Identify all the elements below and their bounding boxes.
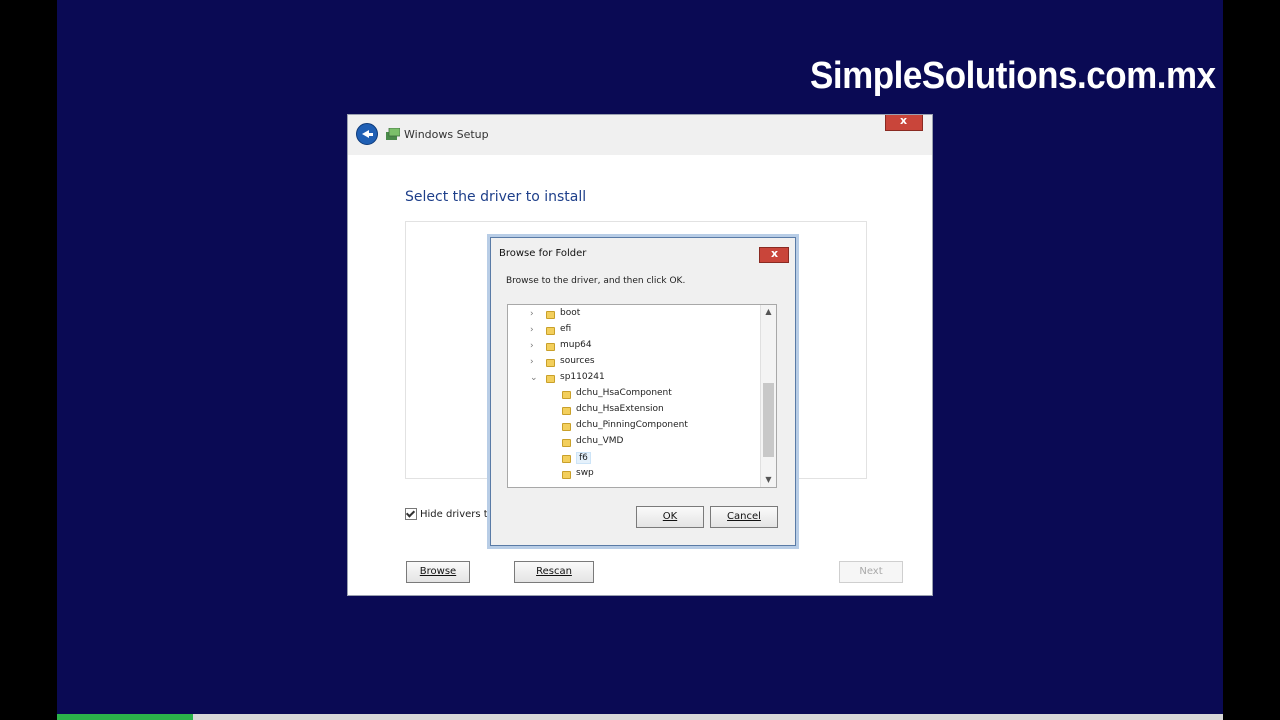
chevron-right-icon[interactable]: › bbox=[530, 309, 542, 319]
chevron-right-icon[interactable]: › bbox=[530, 357, 542, 367]
page-heading: Select the driver to install bbox=[405, 189, 587, 205]
folder-icon bbox=[562, 471, 571, 479]
rescan-button[interactable]: Rescan bbox=[514, 561, 594, 583]
tree-item-label: f6 bbox=[576, 452, 591, 464]
chevron-right-icon[interactable]: › bbox=[530, 325, 542, 335]
tree-item[interactable]: › boot bbox=[530, 308, 750, 323]
tree-item-label: dchu_HsaComponent bbox=[576, 388, 672, 398]
tree-item[interactable]: dchu_VMD bbox=[562, 436, 776, 451]
close-icon[interactable] bbox=[885, 114, 923, 131]
folder-icon bbox=[546, 327, 555, 335]
folder-icon bbox=[546, 359, 555, 367]
hide-drivers-row[interactable]: Hide drivers th bbox=[405, 508, 494, 520]
close-icon[interactable] bbox=[759, 247, 789, 263]
tree-item[interactable]: › mup64 bbox=[530, 340, 750, 355]
tree-item-label: dchu_HsaExtension bbox=[576, 404, 664, 414]
progress-strip bbox=[57, 714, 193, 720]
folder-icon bbox=[562, 407, 571, 415]
hide-drivers-checkbox[interactable] bbox=[405, 508, 417, 520]
next-button[interactable]: Next bbox=[839, 561, 903, 583]
hide-drivers-label: Hide drivers th bbox=[420, 509, 495, 520]
bottom-strip bbox=[57, 714, 1223, 720]
windows-setup-icon bbox=[386, 128, 400, 140]
tree-item[interactable]: ⌄ sp110241 bbox=[530, 372, 750, 387]
folder-icon bbox=[546, 375, 555, 383]
ok-button[interactable]: OK bbox=[636, 506, 704, 528]
folder-icon bbox=[562, 439, 571, 447]
tree-item[interactable]: dchu_HsaComponent bbox=[562, 388, 776, 403]
tree-item-label: mup64 bbox=[560, 340, 592, 350]
folder-icon bbox=[546, 311, 555, 319]
tree-item-label: boot bbox=[560, 308, 581, 318]
watermark: SimpleSolutions.com.mx bbox=[810, 55, 1216, 97]
dialog-title: Browse for Folder bbox=[499, 248, 587, 259]
tree-item[interactable]: › efi bbox=[530, 324, 750, 339]
back-arrow-icon[interactable] bbox=[356, 123, 378, 145]
tree-item[interactable]: dchu_PinningComponent bbox=[562, 420, 776, 435]
scroll-up-icon[interactable]: ▲ bbox=[761, 305, 776, 319]
tree-item-label: sources bbox=[560, 356, 595, 366]
setup-window-title: Windows Setup bbox=[404, 128, 489, 141]
folder-tree[interactable]: ▲ ▼ › boot › efi › mup64 › sources ⌄ sp110241 dchu… bbox=[507, 304, 777, 488]
tree-item-label: swp bbox=[576, 468, 594, 478]
folder-icon bbox=[546, 343, 555, 351]
chevron-right-icon[interactable]: › bbox=[530, 341, 542, 351]
folder-icon bbox=[562, 391, 571, 399]
letterbox-right bbox=[1223, 0, 1280, 720]
tree-item-label: sp110241 bbox=[560, 372, 605, 382]
folder-icon bbox=[562, 455, 571, 463]
browse-button[interactable]: Browse bbox=[406, 561, 470, 583]
tree-item[interactable]: swp bbox=[562, 468, 776, 483]
setup-titlebar: Windows Setup bbox=[348, 114, 932, 155]
chevron-down-icon[interactable]: ⌄ bbox=[530, 373, 542, 383]
folder-icon bbox=[562, 423, 571, 431]
browse-for-folder-dialog: Browse for Folder Browse to the driver, … bbox=[490, 237, 796, 546]
tree-item-label: dchu_PinningComponent bbox=[576, 420, 688, 430]
tree-item[interactable]: dchu_HsaExtension bbox=[562, 404, 776, 419]
tree-item[interactable]: f6 bbox=[562, 452, 776, 467]
tree-item[interactable]: › sources bbox=[530, 356, 750, 371]
tree-item-label: dchu_VMD bbox=[576, 436, 624, 446]
cancel-button[interactable]: Cancel bbox=[710, 506, 778, 528]
letterbox-left bbox=[0, 0, 57, 720]
tree-item-label: efi bbox=[560, 324, 572, 334]
dialog-instruction: Browse to the driver, and then click OK. bbox=[506, 276, 686, 286]
